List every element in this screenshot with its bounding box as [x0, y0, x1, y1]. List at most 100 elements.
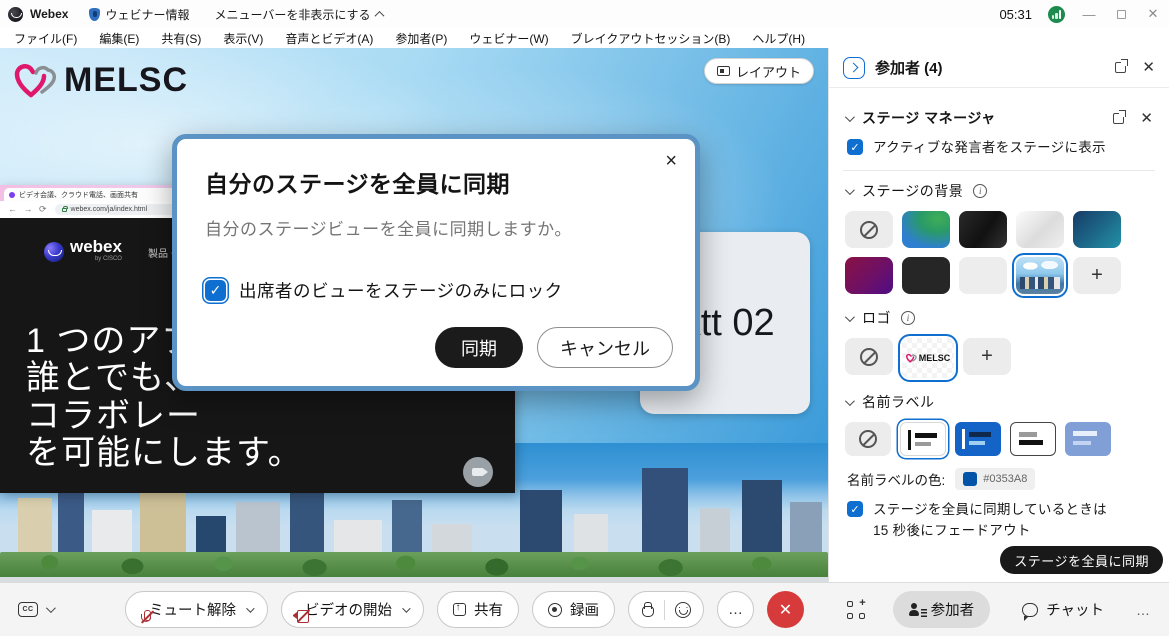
chevron-down-icon[interactable]	[845, 396, 855, 406]
info-icon[interactable]: i	[901, 311, 915, 325]
melsc-heart-icon	[14, 60, 58, 100]
logo-section-title: ロゴ	[862, 308, 891, 328]
more-options-button[interactable]: …	[717, 591, 754, 628]
minimize-button[interactable]: —	[1081, 7, 1097, 22]
menu-breakout[interactable]: ブレイクアウトセッション(B)	[571, 30, 731, 47]
toolbar-right-more-button[interactable]: …	[1136, 602, 1151, 618]
info-icon[interactable]: i	[973, 184, 987, 198]
name-label-style4-swatch[interactable]	[1065, 422, 1111, 456]
captions-button[interactable]: CC	[18, 602, 53, 617]
chevron-down-icon	[46, 603, 56, 613]
background-section-title: ステージの背景	[862, 181, 963, 201]
record-button[interactable]: 録画	[532, 591, 615, 628]
popout-icon[interactable]	[1113, 113, 1124, 124]
webinar-info-button[interactable]: ウェビナー情報	[89, 6, 189, 23]
background-lightgray-swatch[interactable]	[959, 257, 1007, 294]
menu-view[interactable]: 表示(V)	[223, 30, 263, 47]
background-teal-swatch[interactable]	[1073, 211, 1121, 248]
chevron-down-icon[interactable]	[845, 185, 855, 195]
stage-manager-title: ステージ マネージャ	[862, 108, 996, 128]
close-window-button[interactable]: ✕	[1145, 6, 1161, 22]
tab-favicon-icon	[9, 192, 15, 198]
name-label-style2-swatch[interactable]	[955, 422, 1001, 456]
background-city-swatch-selected[interactable]	[1016, 257, 1064, 294]
logo-melsc-swatch-selected[interactable]: MELSC	[902, 338, 954, 378]
reactions-smiley-icon[interactable]	[675, 602, 691, 618]
browser-nav-icons[interactable]: ← → ⟳	[8, 204, 49, 215]
name-label-style1-swatch-selected[interactable]	[900, 422, 946, 456]
lock-view-checkbox[interactable]: ✓	[205, 280, 226, 301]
lock-view-label: 出席者のビューをステージのみにロック	[239, 278, 563, 303]
unmute-button[interactable]: ミュート解除	[125, 591, 268, 628]
reactions-group	[628, 591, 704, 628]
sync-button[interactable]: 同期	[435, 327, 523, 368]
webex-window: Webex ウェビナー情報 メニューバーを非表示にする 05:31 — ✕ ファ…	[0, 0, 1169, 636]
active-speaker-label: アクティブな発言者をステージに表示	[873, 138, 1106, 158]
name-label-style3-swatch[interactable]	[1010, 422, 1056, 456]
chat-bubble-icon	[1022, 603, 1038, 617]
background-none-swatch[interactable]	[845, 211, 893, 248]
color-swatch-icon	[963, 472, 977, 486]
sync-stage-dialog: × 自分のステージを全員に同期 自分のステージビューを全員に同期しますか。 ✓ …	[172, 134, 700, 391]
background-green-blue-swatch[interactable]	[902, 211, 950, 248]
section-close-icon[interactable]: ✕	[1140, 111, 1153, 126]
name-label-color-label: 名前ラベルの色:	[847, 469, 945, 489]
layout-icon	[717, 66, 730, 76]
tree-line	[0, 552, 828, 578]
popout-icon[interactable]	[1115, 62, 1126, 73]
name-label-swatch-grid	[845, 422, 1145, 456]
logo-none-swatch[interactable]	[845, 338, 893, 375]
background-charcoal-swatch[interactable]	[902, 257, 950, 294]
raise-hand-icon[interactable]	[641, 602, 654, 617]
participants-toggle-button[interactable]: 参加者	[893, 591, 991, 628]
start-video-button[interactable]: ビデオの開始	[281, 591, 424, 628]
leave-webinar-button[interactable]: ✕	[767, 591, 804, 628]
melsc-brand-logo: MELSC	[14, 60, 188, 100]
cancel-button[interactable]: キャンセル	[537, 327, 673, 368]
webex-site-orb-icon	[44, 242, 64, 262]
panel-close-icon[interactable]: ✕	[1142, 60, 1155, 75]
layout-button[interactable]: レイアウト	[704, 58, 814, 84]
apps-icon[interactable]	[847, 601, 865, 619]
maximize-button[interactable]	[1113, 7, 1129, 22]
color-value: #0353A8	[983, 473, 1027, 485]
chevron-down-icon[interactable]	[845, 112, 855, 122]
chevron-down-icon	[246, 604, 254, 612]
background-magenta-swatch[interactable]	[845, 257, 893, 294]
menu-webinar[interactable]: ウェビナー(W)	[469, 30, 548, 47]
menu-share[interactable]: 共有(S)	[161, 30, 201, 47]
chat-toggle-button[interactable]: チャット	[1006, 591, 1120, 628]
participants-panel: 参加者 (4) ✕ ステージ マネージャ ✕ ✓ アクティブな発言者をステージに…	[828, 48, 1169, 582]
stage-manager-section: ステージ マネージャ ✕ ✓ アクティブな発言者をステージに表示 ステージの背景…	[829, 88, 1169, 541]
record-icon	[548, 603, 562, 617]
active-speaker-checkbox[interactable]: ✓	[847, 139, 863, 155]
chevron-down-icon[interactable]	[845, 312, 855, 322]
connection-quality-icon[interactable]	[1048, 6, 1065, 23]
titlebar: Webex ウェビナー情報 メニューバーを非表示にする 05:31 — ✕	[0, 0, 1169, 28]
panel-title: 参加者 (4)	[875, 57, 943, 78]
background-swatch-grid: +	[845, 211, 1145, 294]
menu-audio-video[interactable]: 音声とビデオ(A)	[285, 30, 373, 47]
name-label-color-picker[interactable]: #0353A8	[955, 468, 1035, 490]
share-button[interactable]: 共有	[437, 591, 519, 628]
fade-out-checkbox[interactable]: ✓	[847, 501, 863, 517]
menu-participants[interactable]: 参加者(P)	[395, 30, 447, 47]
name-label-none-swatch[interactable]	[845, 422, 891, 456]
background-black-swatch[interactable]	[959, 211, 1007, 248]
menu-file[interactable]: ファイル(F)	[14, 30, 77, 47]
add-background-button[interactable]: +	[1073, 257, 1121, 294]
https-lock-icon	[62, 208, 67, 212]
shield-icon	[89, 8, 100, 21]
panel-collapse-button[interactable]	[843, 57, 865, 79]
name-label-section-title: 名前ラベル	[862, 392, 935, 412]
webex-site-logo: webex by CISCO	[44, 238, 122, 262]
add-logo-button[interactable]: +	[963, 338, 1011, 375]
menu-help[interactable]: ヘルプ(H)	[752, 30, 805, 47]
dialog-close-icon[interactable]: ×	[665, 151, 677, 171]
session-timer: 05:31	[999, 7, 1032, 22]
hide-menubar-button[interactable]: メニューバーを非表示にする	[214, 6, 382, 23]
melsc-brand-text: MELSC	[64, 61, 188, 100]
sync-stage-to-all-button[interactable]: ステージを全員に同期	[1000, 546, 1163, 574]
background-white-swatch[interactable]	[1016, 211, 1064, 248]
menu-edit[interactable]: 編集(E)	[99, 30, 139, 47]
